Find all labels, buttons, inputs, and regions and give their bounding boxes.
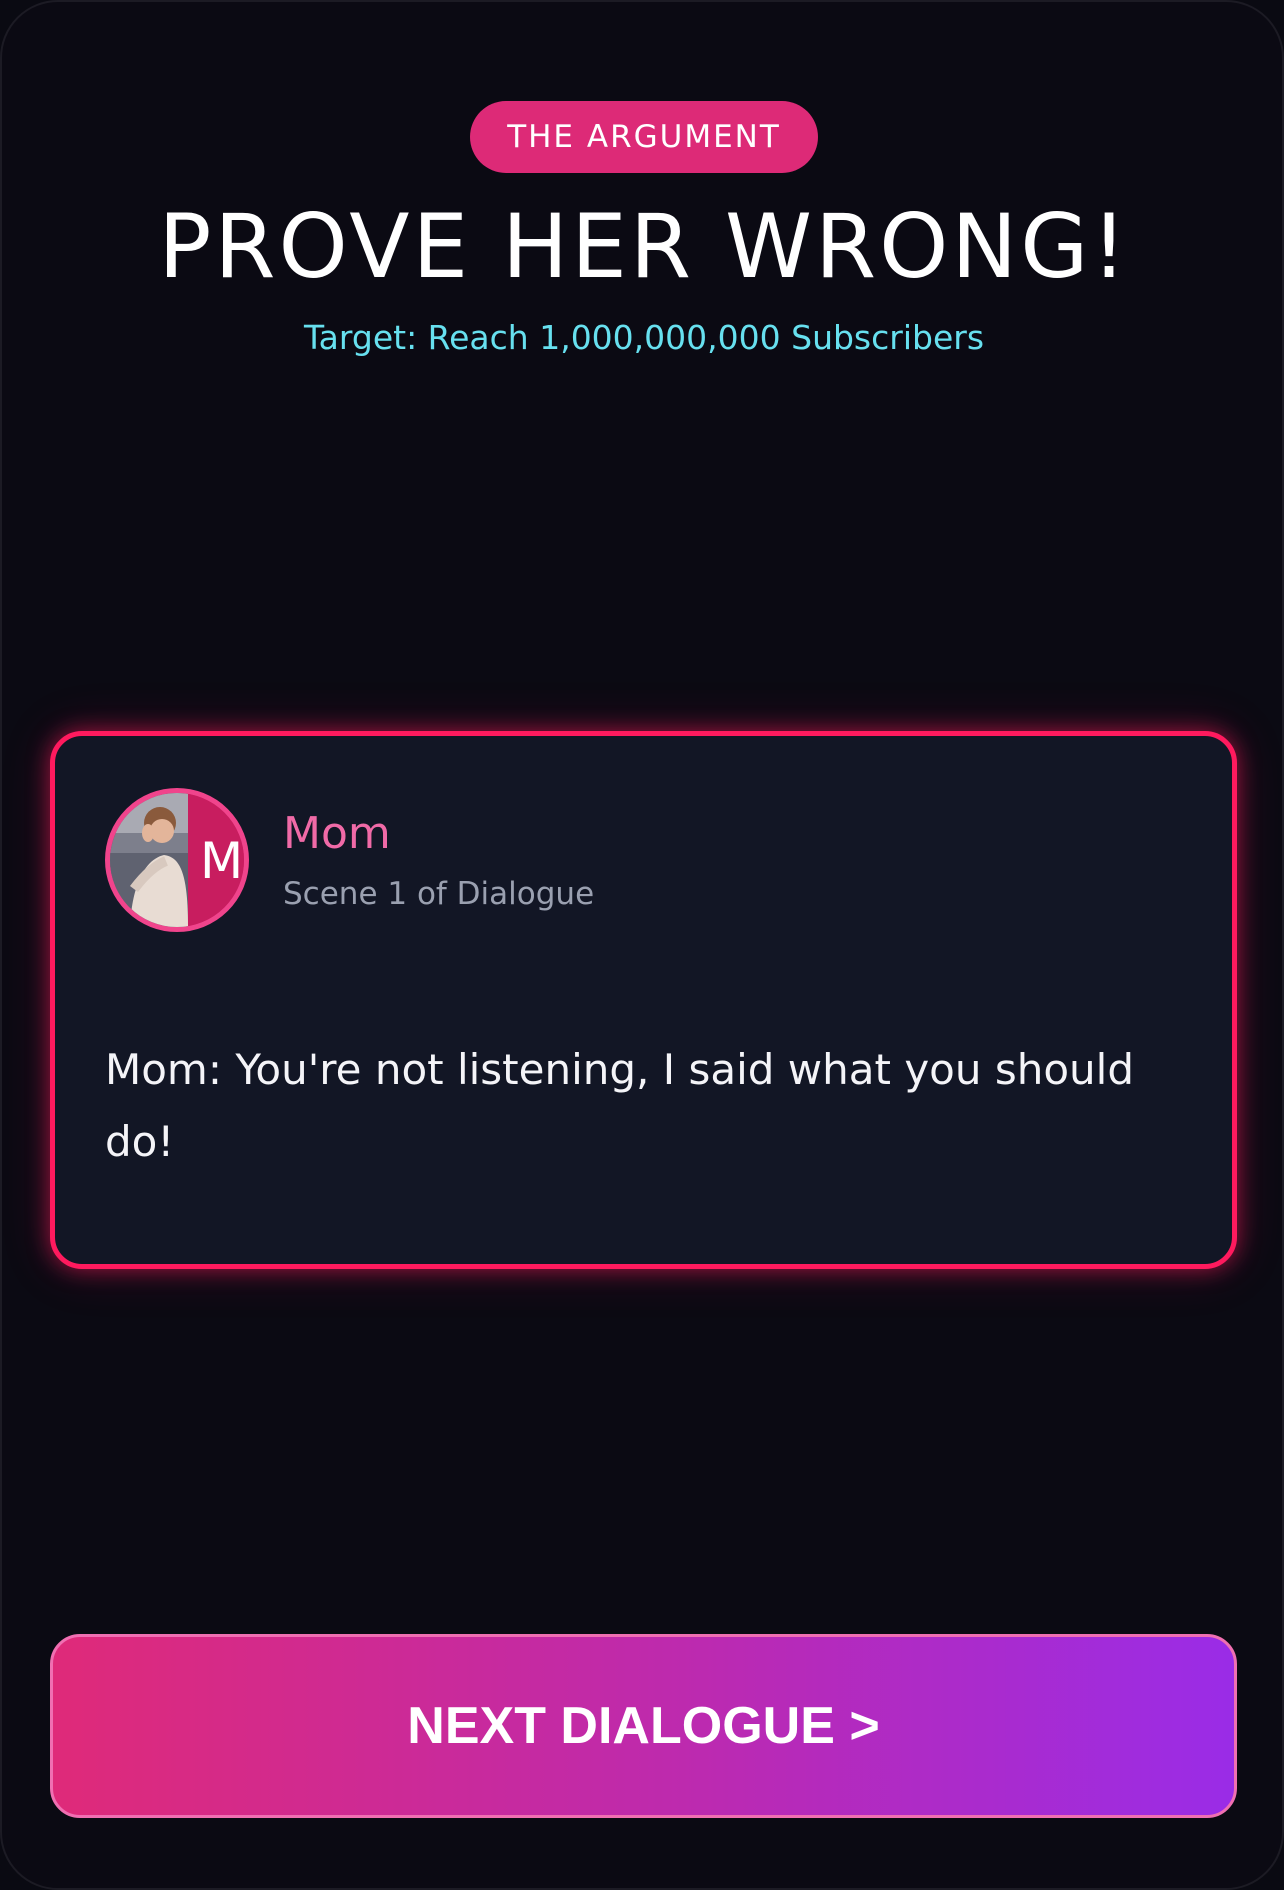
next-dialogue-button[interactable]: NEXT DIALOGUE > xyxy=(50,1634,1237,1818)
speaker-name: Mom xyxy=(283,808,391,859)
chapter-badge: THE ARGUMENT xyxy=(470,101,818,173)
avatar: M xyxy=(105,788,249,932)
scene-label: Scene 1 of Dialogue xyxy=(283,876,595,912)
avatar-initial: M xyxy=(200,832,244,890)
dialogue-card: M Mom Scene 1 of Dialogue Mom: You're no… xyxy=(50,731,1237,1269)
page-title: PROVE HER WRONG! xyxy=(158,195,1130,298)
target-subtitle: Target: Reach 1,000,000,000 Subscribers xyxy=(303,318,985,357)
game-screen: THE ARGUMENT PROVE HER WRONG! Target: Re… xyxy=(0,0,1284,1890)
dialogue-text: Mom: You're not listening, I said what y… xyxy=(105,1045,1134,1166)
